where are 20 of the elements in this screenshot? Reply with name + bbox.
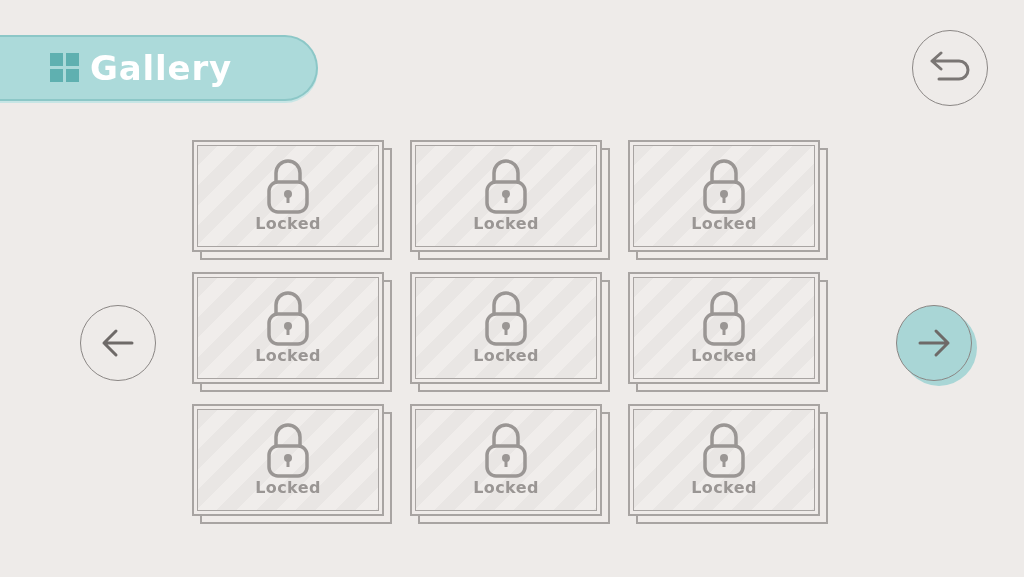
padlock-icon — [702, 422, 746, 478]
slot-label: Locked — [255, 214, 321, 234]
header-title: Gallery — [90, 46, 233, 90]
slot-label: Locked — [691, 478, 757, 498]
padlock-icon — [266, 290, 310, 346]
padlock-icon — [484, 290, 528, 346]
padlock-icon — [484, 158, 528, 214]
padlock-icon — [702, 290, 746, 346]
padlock-icon — [702, 158, 746, 214]
slot-label: Locked — [255, 478, 321, 498]
slot-label: Locked — [473, 478, 539, 498]
slot-label: Locked — [255, 346, 321, 366]
grid-icon — [50, 53, 80, 83]
padlock-icon — [266, 158, 310, 214]
slot-label: Locked — [473, 214, 539, 234]
slot-label: Locked — [691, 346, 757, 366]
padlock-icon — [266, 422, 310, 478]
slot-label: Locked — [473, 346, 539, 366]
padlock-icon — [484, 422, 528, 478]
slot-label: Locked — [691, 214, 757, 234]
